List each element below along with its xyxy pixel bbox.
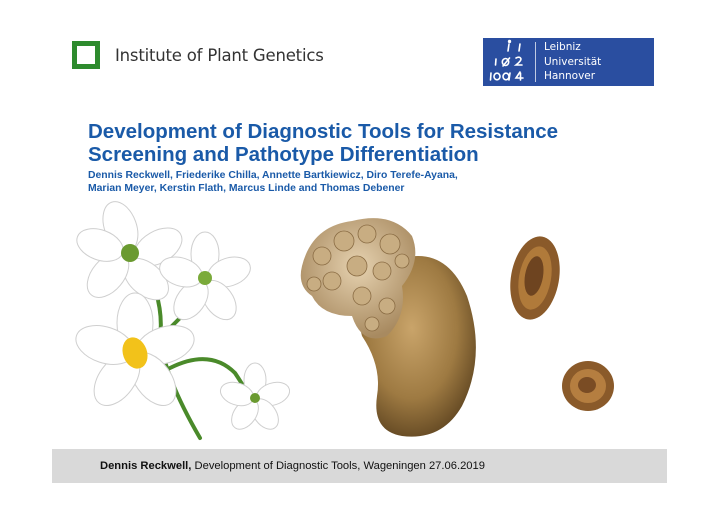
university-logo: Leibniz Universität Hannover [483,38,654,86]
institute-logo-square-icon [72,41,100,69]
footer-bar: Dennis Reckwell, Development of Diagnost… [52,449,667,483]
resting-spore-image [510,236,560,320]
footer-text: Dennis Reckwell, Development of Diagnost… [100,460,485,472]
potato-flower-image [75,201,290,440]
luh-line-1: Leibniz [544,41,581,53]
footer-details: Development of Diagnostic Tools, Wagenin… [191,460,485,472]
footer-presenter: Dennis Reckwell, [100,460,192,472]
resting-spore-image-2 [562,361,614,411]
luh-line-2: Universität [544,55,602,68]
luh-separator [535,42,536,82]
institute-name: Institute of Plant Genetics [115,45,324,65]
title-line-2: Screening and Pathotype Differentiation [88,143,479,166]
title-line-1: Development of Diagnostic Tools for Resi… [88,120,559,143]
author-list: Dennis Reckwell, Friederike Chilla, Anne… [88,169,688,195]
institute-logo: Institute of Plant Genetics [72,41,324,69]
luh-glyph-icon [489,39,524,81]
luh-wordmark: Leibniz Universität Hannover [536,38,601,86]
slide-title: Development of Diagnostic Tools for Resi… [88,120,688,166]
luh-line-3: Hannover [544,70,596,82]
wart-infected-potato-tuber-image [300,218,476,437]
authors-line-2: Marian Meyer, Kerstin Flath, Marcus Lind… [88,183,405,194]
authors-line-1: Dennis Reckwell, Friederike Chilla, Anne… [88,170,458,181]
